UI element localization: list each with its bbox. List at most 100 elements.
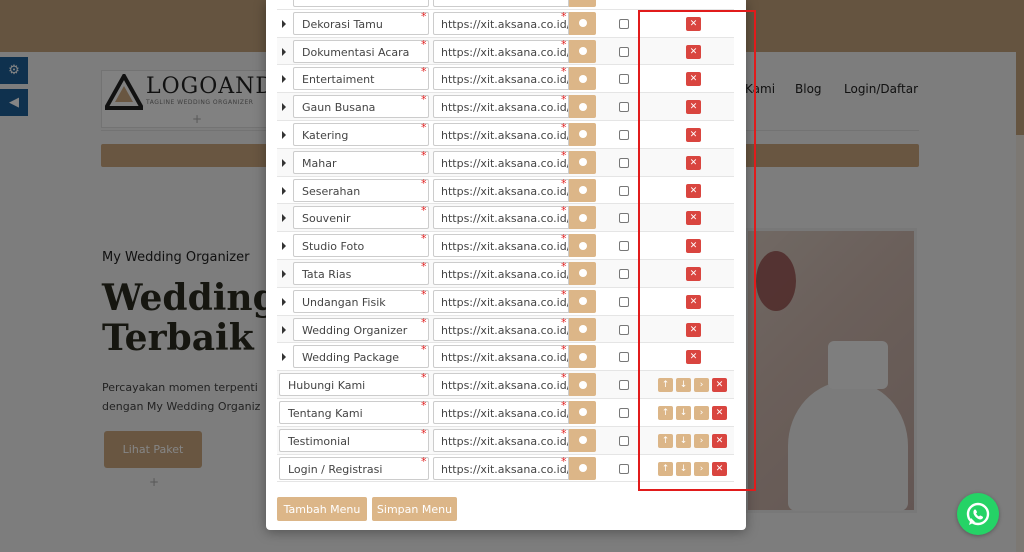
menu-url-input[interactable]: https://xit.aksana.co.id/ [433, 261, 569, 285]
new-tab-checkbox[interactable] [619, 18, 629, 29]
link-picker-button[interactable] [569, 234, 596, 258]
new-tab-checkbox[interactable] [619, 268, 629, 279]
new-tab-checkbox[interactable] [619, 435, 629, 446]
menu-name-input[interactable]: Dokumentasi Acara [293, 39, 429, 63]
new-tab-checkbox[interactable] [619, 157, 629, 168]
link-icon [578, 297, 587, 306]
menu-url-input[interactable]: https://xit.aksana.co.id/ [433, 67, 569, 91]
new-tab-checkbox[interactable] [619, 185, 629, 196]
menu-name-input[interactable]: Katering [293, 122, 429, 146]
link-picker-button[interactable] [569, 67, 596, 91]
expand-caret-icon[interactable] [282, 353, 286, 362]
required-mark: * [561, 65, 567, 79]
link-picker-button[interactable] [569, 178, 596, 202]
menu-url-input[interactable]: https://xit.aksana.co.id/ [433, 39, 569, 63]
new-tab-checkbox[interactable] [619, 46, 629, 57]
menu-url-input[interactable]: https://xit.aksana.co.id/ [433, 95, 569, 119]
menu-url-input[interactable]: https://xit.aksana.co.id/ [433, 289, 569, 313]
expand-caret-icon[interactable] [282, 242, 286, 251]
menu-name-input[interactable]: Testimonial [279, 428, 429, 452]
expand-caret-icon[interactable] [282, 19, 286, 28]
expand-caret-icon[interactable] [282, 47, 286, 56]
expand-caret-icon[interactable] [282, 214, 286, 223]
required-mark: * [561, 120, 567, 134]
menu-url-input[interactable]: https://xit.aksana.co.id/ [433, 11, 569, 35]
menu-name-input[interactable]: Tata Rias [293, 261, 429, 285]
required-mark: * [421, 148, 427, 162]
expand-caret-icon[interactable] [282, 158, 286, 167]
menu-name-input[interactable]: Wedding Organizer [293, 317, 429, 341]
menu-name-input[interactable]: Tentang Kami [279, 400, 429, 424]
menu-url-input[interactable]: https://xit.aksana.co.id/ [433, 150, 569, 174]
new-tab-checkbox[interactable] [619, 296, 629, 307]
new-tab-checkbox[interactable] [619, 241, 629, 252]
link-icon [578, 464, 587, 473]
required-mark: * [421, 9, 427, 23]
link-picker-button[interactable] [569, 122, 596, 146]
link-picker-button[interactable] [569, 261, 596, 285]
expand-caret-icon[interactable] [282, 75, 286, 84]
expand-caret-icon[interactable] [282, 103, 286, 112]
expand-caret-icon[interactable] [282, 269, 286, 278]
new-tab-checkbox[interactable] [619, 102, 629, 113]
new-tab-checkbox[interactable] [619, 129, 629, 140]
link-picker-button[interactable] [569, 373, 596, 397]
menu-url-input[interactable]: https://xit.aksana.co.id/ [433, 400, 569, 424]
menu-url-input[interactable]: https://xit.aksana.co.id/ [433, 373, 569, 397]
menu-url-input[interactable]: https://xit.aksana.co.id/ [433, 206, 569, 230]
add-menu-button[interactable]: Tambah Menu [277, 497, 367, 521]
save-menu-button[interactable]: Simpan Menu [372, 497, 457, 521]
menu-name-input[interactable]: Entertaiment [293, 67, 429, 91]
required-mark: * [561, 232, 567, 246]
new-tab-checkbox[interactable] [619, 463, 629, 474]
new-tab-checkbox[interactable] [619, 213, 629, 224]
link-icon [578, 47, 587, 56]
new-tab-checkbox[interactable] [619, 352, 629, 363]
menu-name-input[interactable]: Hubungi Kami [279, 373, 429, 397]
link-picker-button[interactable] [569, 428, 596, 452]
whatsapp-button[interactable] [957, 493, 999, 535]
menu-name-input[interactable] [293, 0, 429, 7]
required-mark: * [421, 176, 427, 190]
expand-caret-icon[interactable] [282, 297, 286, 306]
new-tab-checkbox[interactable] [619, 407, 629, 418]
menu-name-input[interactable]: Seserahan [293, 178, 429, 202]
link-icon [578, 269, 587, 278]
link-icon [578, 130, 587, 139]
link-picker-button[interactable] [569, 456, 596, 480]
menu-name-input[interactable]: Studio Foto [293, 234, 429, 258]
menu-url-input[interactable]: https://xit.aksana.co.id/ [433, 178, 569, 202]
menu-url-input[interactable] [433, 0, 569, 7]
expand-caret-icon[interactable] [282, 130, 286, 139]
new-tab-checkbox[interactable] [619, 380, 629, 391]
menu-url-input[interactable]: https://xit.aksana.co.id/ [433, 428, 569, 452]
required-mark: * [421, 93, 427, 107]
menu-name-input[interactable]: Undangan Fisik [293, 289, 429, 313]
link-picker-button[interactable] [569, 345, 596, 369]
menu-name-input[interactable]: Login / Registrasi [279, 456, 429, 480]
link-picker-button[interactable] [569, 11, 596, 35]
link-picker-button[interactable] [569, 95, 596, 119]
link-picker-button[interactable] [569, 206, 596, 230]
menu-name-input[interactable]: Mahar [293, 150, 429, 174]
menu-url-input[interactable]: https://xit.aksana.co.id/ [433, 456, 569, 480]
menu-url-input[interactable]: https://xit.aksana.co.id/ [433, 345, 569, 369]
expand-caret-icon[interactable] [282, 325, 286, 334]
link-picker-button[interactable] [569, 39, 596, 63]
menu-url-input[interactable]: https://xit.aksana.co.id/ [433, 122, 569, 146]
menu-name-input[interactable]: Wedding Package [293, 345, 429, 369]
link-picker-button[interactable] [569, 150, 596, 174]
new-tab-checkbox[interactable] [619, 74, 629, 85]
required-mark: * [561, 9, 567, 23]
menu-name-input[interactable]: Dekorasi Tamu [293, 11, 429, 35]
expand-caret-icon[interactable] [282, 186, 286, 195]
menu-name-input[interactable]: Souvenir [293, 206, 429, 230]
menu-url-input[interactable]: https://xit.aksana.co.id/ [433, 317, 569, 341]
link-picker-button[interactable] [569, 0, 596, 7]
link-picker-button[interactable] [569, 400, 596, 424]
new-tab-checkbox[interactable] [619, 324, 629, 335]
menu-name-input[interactable]: Gaun Busana [293, 95, 429, 119]
menu-url-input[interactable]: https://xit.aksana.co.id/ [433, 234, 569, 258]
link-picker-button[interactable] [569, 317, 596, 341]
link-picker-button[interactable] [569, 289, 596, 313]
